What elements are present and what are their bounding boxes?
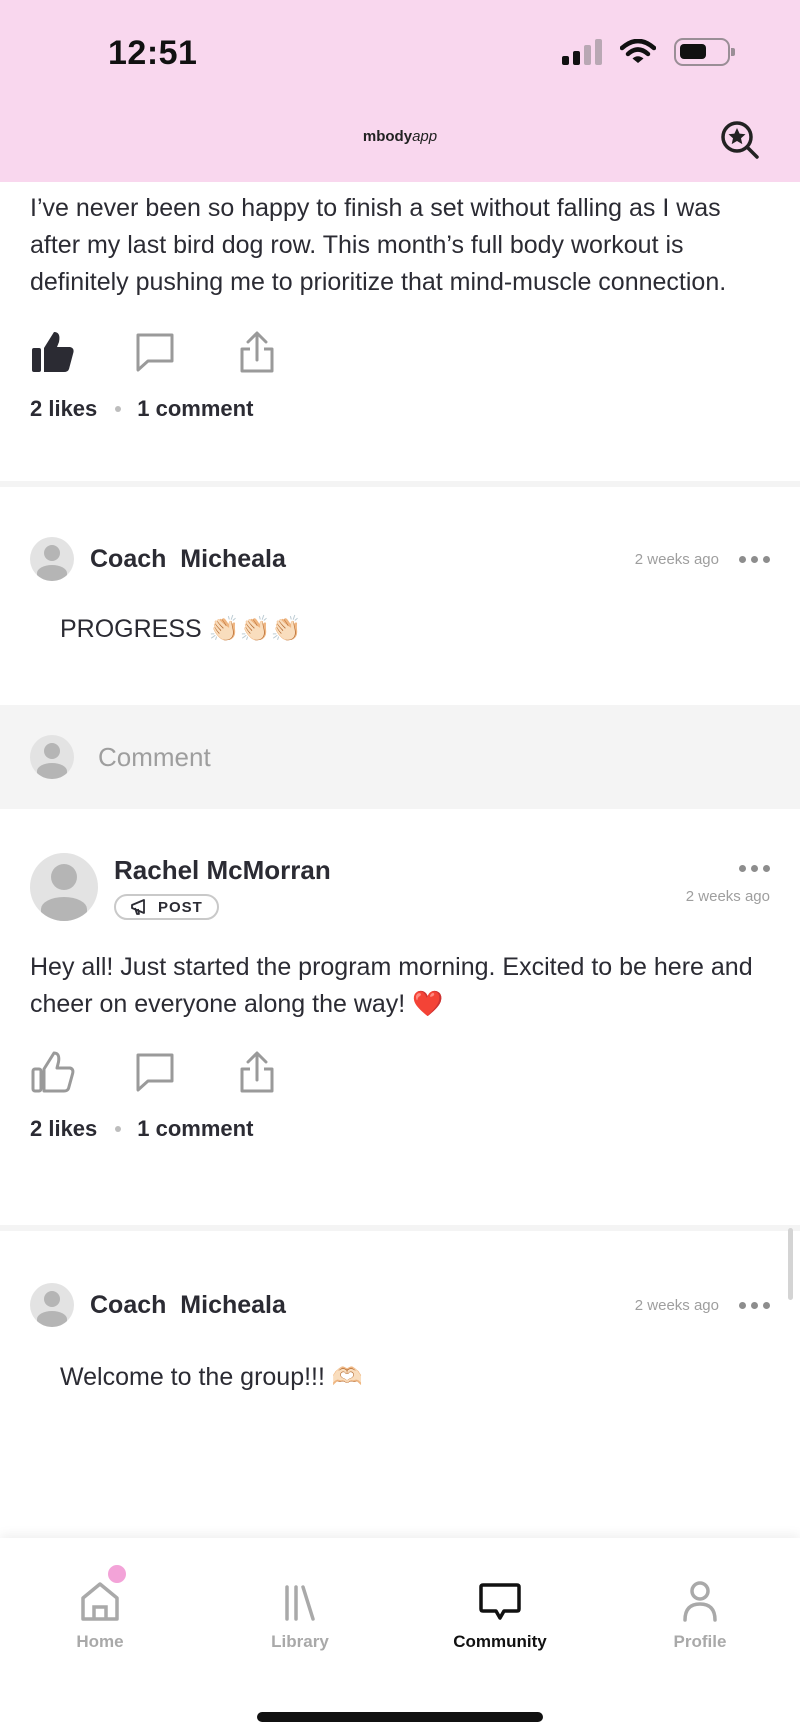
reply-author-name[interactable]: Coach Micheala xyxy=(90,1291,286,1320)
feed-post: I’ve never been so happy to finish a set… xyxy=(0,182,800,425)
comments-count[interactable]: 1 comment xyxy=(137,1116,253,1142)
reply-text: Welcome to the group!!! 🫶🏻 xyxy=(60,1363,364,1391)
separator-dot xyxy=(115,1126,122,1132)
post-timestamp: 2 weeks ago xyxy=(685,888,770,905)
reply-text: PROGRESS 👏🏻👏🏻👏🏻 xyxy=(60,615,303,643)
library-icon xyxy=(285,1585,315,1621)
star-search-icon[interactable] xyxy=(720,120,760,160)
home-indicator[interactable] xyxy=(257,1712,543,1722)
thumbs-up-filled-icon xyxy=(32,332,74,372)
post-text: Hey all! Just started the program mornin… xyxy=(30,953,753,1018)
feed-post: Rachel McMorran POST 2 weeks ago Hey all… xyxy=(0,809,800,1145)
battery-icon xyxy=(674,38,735,66)
comment-icon xyxy=(136,1053,174,1092)
post-counts: 2 likes 1 comment xyxy=(0,393,800,425)
profile-icon xyxy=(683,1581,717,1622)
tab-community[interactable]: Community xyxy=(400,1538,600,1652)
share-icon xyxy=(240,1051,274,1093)
status-time: 12:51 xyxy=(108,34,198,72)
avatar xyxy=(30,735,74,779)
comment-button[interactable] xyxy=(134,331,238,373)
post-reply: Coach Micheala 2 weeks ago PROGRESS 👏🏻👏🏻… xyxy=(0,487,800,655)
wifi-icon xyxy=(620,39,656,63)
app-logo: mbodyapp xyxy=(362,128,438,145)
megaphone-icon xyxy=(131,899,145,915)
avatar[interactable] xyxy=(30,1283,74,1327)
like-button[interactable] xyxy=(30,330,134,374)
share-button[interactable] xyxy=(238,1050,342,1094)
more-options-icon[interactable] xyxy=(739,865,770,872)
comment-input[interactable]: Comment xyxy=(0,705,800,809)
cellular-signal-icon xyxy=(562,39,602,65)
home-icon xyxy=(81,1582,119,1621)
bottom-tab-bar: Home Library Community Profile xyxy=(0,1538,800,1734)
likes-count[interactable]: 2 likes xyxy=(30,1116,97,1142)
post-text: I’ve never been so happy to finish a set… xyxy=(30,194,727,296)
reply-timestamp: 2 weeks ago xyxy=(634,1296,719,1314)
notification-badge xyxy=(105,1562,129,1586)
avatar[interactable] xyxy=(30,853,98,921)
post-actions xyxy=(0,327,800,377)
app-header: 12:51 mbodyapp xyxy=(0,0,800,182)
tab-profile[interactable]: Profile xyxy=(600,1538,800,1652)
reply-timestamp: 2 weeks ago xyxy=(634,550,719,568)
community-chat-icon xyxy=(479,1583,521,1620)
post-actions xyxy=(0,1047,800,1097)
tab-home[interactable]: Home xyxy=(0,1538,200,1652)
status-icons xyxy=(562,38,735,66)
comment-icon xyxy=(136,333,174,372)
thumbs-up-icon xyxy=(31,1051,75,1093)
community-feed[interactable]: I’ve never been so happy to finish a set… xyxy=(0,182,800,1392)
comments-count[interactable]: 1 comment xyxy=(137,396,253,422)
comment-placeholder: Comment xyxy=(98,741,211,772)
share-icon xyxy=(240,331,274,373)
more-options-icon[interactable] xyxy=(739,1301,770,1309)
post-counts: 2 likes 1 comment xyxy=(0,1113,800,1145)
likes-count[interactable]: 2 likes xyxy=(30,396,97,422)
avatar[interactable] xyxy=(30,537,74,581)
comment-button[interactable] xyxy=(134,1051,238,1093)
tab-library[interactable]: Library xyxy=(200,1538,400,1652)
share-button[interactable] xyxy=(238,330,342,374)
like-button[interactable] xyxy=(30,1050,134,1094)
post-author-name[interactable]: Rachel McMorran xyxy=(114,855,686,886)
scroll-indicator[interactable] xyxy=(788,1228,793,1300)
separator-dot xyxy=(115,406,122,412)
post-type-badge: POST xyxy=(114,894,219,920)
reply-author-name[interactable]: Coach Micheala xyxy=(90,545,286,574)
more-options-icon[interactable] xyxy=(739,555,770,563)
post-reply: Coach Micheala 2 weeks ago Welcome to th… xyxy=(0,1231,800,1392)
